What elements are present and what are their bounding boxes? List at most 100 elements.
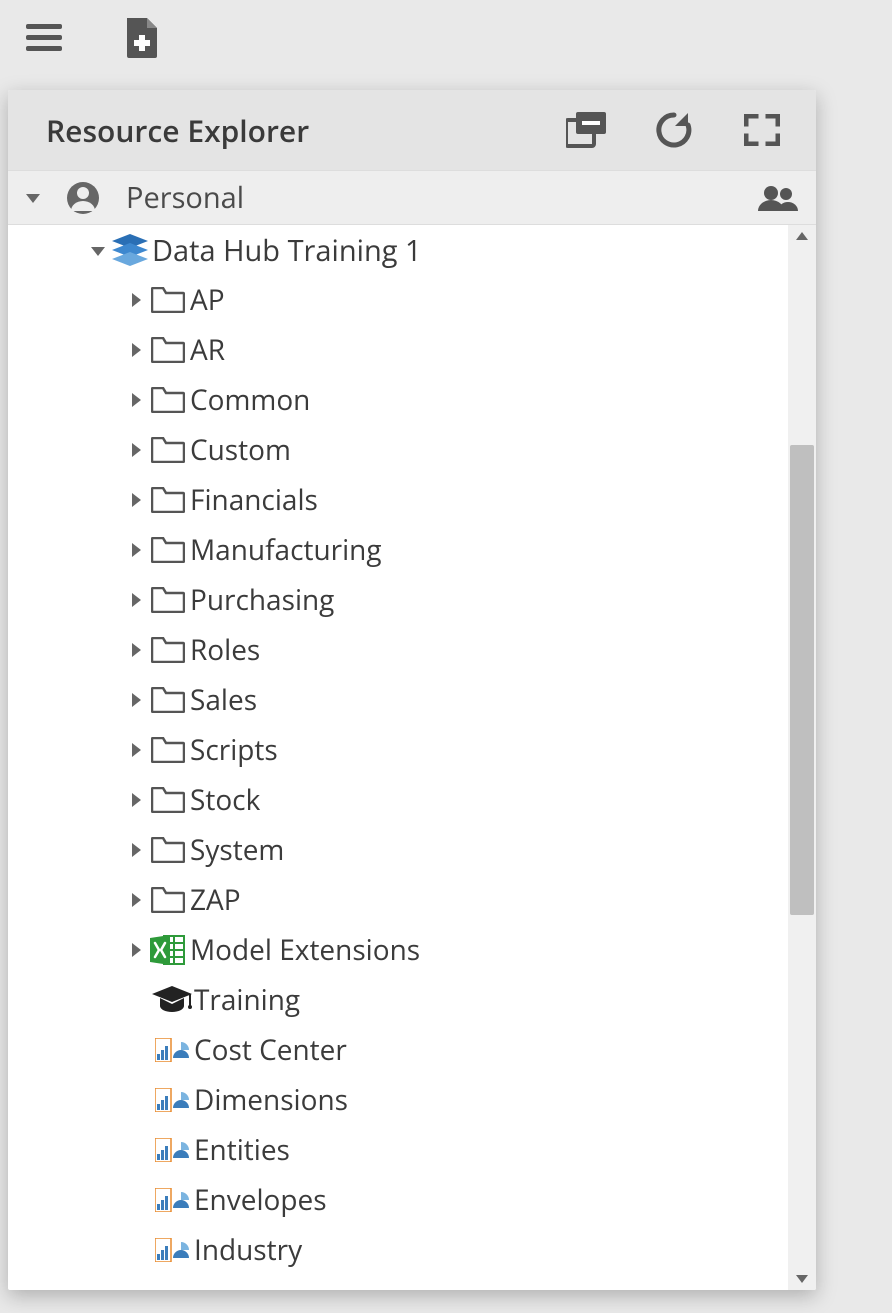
person-icon: [66, 181, 100, 215]
dashboard-icon: [155, 1238, 189, 1262]
triangle-up-icon: [796, 232, 808, 240]
tree: Data Hub Training 1 AP AR Common: [8, 225, 788, 1275]
tree-item-entities[interactable]: Entities: [8, 1125, 788, 1175]
tree-folder-financials[interactable]: Financials: [8, 475, 788, 525]
folder-icon: [151, 387, 185, 413]
dashboard-icon: [155, 1138, 189, 1162]
expand-caret-right-icon: [132, 893, 141, 907]
layers-icon: [112, 234, 148, 266]
menu-button[interactable]: [20, 14, 68, 62]
expand-caret-right-icon: [132, 743, 141, 757]
app-topbar: [0, 0, 892, 75]
new-file-button[interactable]: [118, 14, 166, 62]
folder-icon: [151, 687, 185, 713]
expand-caret-right-icon: [132, 843, 141, 857]
tree-node-label: Entities: [194, 1131, 290, 1169]
tree-node-label: Roles: [190, 631, 260, 669]
tree-node-label: Scripts: [190, 731, 278, 769]
new-file-icon: [125, 18, 159, 58]
tree-node-datahub[interactable]: Data Hub Training 1: [8, 225, 788, 275]
tree-folder-scripts[interactable]: Scripts: [8, 725, 788, 775]
tree-folder-purchasing[interactable]: Purchasing: [8, 575, 788, 625]
expand-caret-right-icon: [132, 343, 141, 357]
triangle-down-icon: [796, 1275, 808, 1283]
expand-caret-right-icon: [132, 593, 141, 607]
vertical-scrollbar[interactable]: [788, 225, 816, 1290]
folder-icon: [151, 887, 185, 913]
tree-folder-sales[interactable]: Sales: [8, 675, 788, 725]
graduation-cap-icon: [152, 986, 192, 1014]
expand-caret-right-icon: [132, 793, 141, 807]
excel-icon: [150, 934, 186, 966]
tree-folder-common[interactable]: Common: [8, 375, 788, 425]
tree-folder-ap[interactable]: AP: [8, 275, 788, 325]
panel-actions: [562, 106, 786, 154]
dashboard-icon: [155, 1038, 189, 1062]
folder-icon: [151, 487, 185, 513]
tree-node-label: Model Extensions: [190, 931, 420, 969]
expand-caret-right-icon: [132, 543, 141, 557]
scroll-down-button[interactable]: [788, 1268, 816, 1290]
expand-caret-right-icon: [132, 493, 141, 507]
expand-caret-down-icon: [91, 247, 105, 256]
tree-node-training[interactable]: Training: [8, 975, 788, 1025]
tree-node-label: Custom: [190, 431, 291, 469]
tree-folder-zap[interactable]: ZAP: [8, 875, 788, 925]
folder-icon: [151, 837, 185, 863]
tree-folder-ar[interactable]: AR: [8, 325, 788, 375]
tree-node-label: Financials: [190, 481, 318, 519]
tree-node-label: Industry: [194, 1231, 302, 1269]
tree-folder-custom[interactable]: Custom: [8, 425, 788, 475]
tree-node-label: Common: [190, 381, 310, 419]
tree-item-envelopes[interactable]: Envelopes: [8, 1175, 788, 1225]
tree-item-cost-center[interactable]: Cost Center: [8, 1025, 788, 1075]
tree-node-label: AR: [190, 331, 225, 369]
tree-node-label: Dimensions: [194, 1081, 348, 1119]
tree-node-label: Manufacturing: [190, 531, 382, 569]
scroll-thumb[interactable]: [790, 445, 814, 915]
tree-node-label: Purchasing: [190, 581, 334, 619]
expand-caret-right-icon: [132, 693, 141, 707]
dashboard-icon: [155, 1188, 189, 1212]
tree-node-label: ZAP: [190, 881, 241, 919]
root-node-personal[interactable]: Personal: [8, 170, 816, 225]
folder-icon: [151, 437, 185, 463]
folder-icon: [151, 337, 185, 363]
folder-icon: [151, 587, 185, 613]
resource-explorer-panel: Resource Explorer: [8, 90, 816, 1290]
tree-folder-stock[interactable]: Stock: [8, 775, 788, 825]
tree-node-label: Training: [194, 981, 300, 1019]
panel-header: Resource Explorer: [8, 90, 816, 170]
tree-item-dimensions[interactable]: Dimensions: [8, 1075, 788, 1125]
tree-folder-manufacturing[interactable]: Manufacturing: [8, 525, 788, 575]
tree-node-label: Envelopes: [194, 1181, 327, 1219]
folder-icon: [151, 537, 185, 563]
tree-folder-roles[interactable]: Roles: [8, 625, 788, 675]
fullscreen-button[interactable]: [738, 106, 786, 154]
folder-icon: [151, 287, 185, 313]
expand-caret-right-icon: [132, 443, 141, 457]
expand-caret-right-icon: [132, 393, 141, 407]
collapse-icon: [566, 112, 606, 148]
tree-node-label: System: [190, 831, 284, 869]
panel-title: Resource Explorer: [46, 110, 309, 151]
tree-node-label: Cost Center: [194, 1031, 347, 1069]
root-node-label: Personal: [126, 178, 244, 217]
folder-icon: [151, 737, 185, 763]
refresh-button[interactable]: [650, 106, 698, 154]
folder-icon: [151, 637, 185, 663]
expand-caret-right-icon: [132, 643, 141, 657]
tree-node-label: Stock: [190, 781, 260, 819]
tree-node-label: Sales: [190, 681, 257, 719]
tree-node-model-extensions[interactable]: Model Extensions: [8, 925, 788, 975]
tree-item-industry[interactable]: Industry: [8, 1225, 788, 1275]
collapse-panel-button[interactable]: [562, 106, 610, 154]
expand-caret-right-icon: [132, 293, 141, 307]
expand-caret-right-icon: [132, 943, 141, 957]
share-button[interactable]: [758, 185, 798, 211]
folder-icon: [151, 787, 185, 813]
tree-node-label: Data Hub Training 1: [152, 231, 422, 270]
tree-node-label: AP: [190, 281, 225, 319]
scroll-up-button[interactable]: [788, 225, 816, 247]
tree-folder-system[interactable]: System: [8, 825, 788, 875]
